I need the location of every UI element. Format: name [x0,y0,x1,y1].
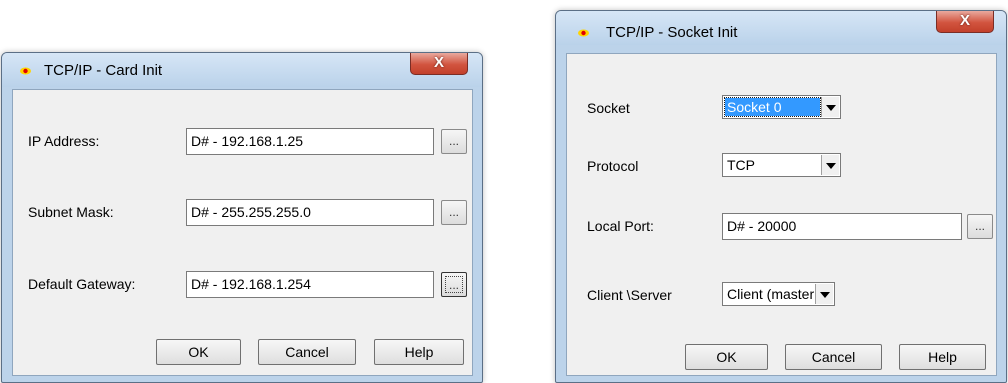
card-init-dialog: TCP/IP - Card Init X IP Address: D# - 19… [1,52,483,383]
client-server-select[interactable]: Client (master [722,282,835,306]
title-eye-icon [20,67,31,75]
local-port-browse-button[interactable]: ... [967,214,993,239]
card-init-ok-button[interactable]: OK [156,339,241,365]
close-icon: X [433,54,444,71]
client-server-label: Client \Server [587,287,672,303]
socket-init-close-button[interactable]: X [936,11,994,33]
socket-select[interactable]: Socket 0 [722,95,841,119]
protocol-select-value: TCP [727,157,755,173]
card-init-titlebar[interactable]: TCP/IP - Card Init X [2,53,482,87]
socket-init-help-button[interactable]: Help [899,344,986,370]
card-init-client-area: IP Address: D# - 192.168.1.25 ... Subnet… [12,89,473,376]
chevron-down-icon[interactable] [815,284,833,304]
default-gateway-field[interactable]: D# - 192.168.1.254 [186,271,434,298]
subnet-mask-label: Subnet Mask: [28,204,114,220]
socket-init-dialog: TCP/IP - Socket Init X Socket Socket 0 P… [555,10,1007,383]
client-server-select-value: Client (master [727,286,814,302]
title-eye-icon [578,29,589,37]
socket-init-title: TCP/IP - Socket Init [606,24,738,41]
close-icon: X [959,12,970,29]
socket-init-titlebar[interactable]: TCP/IP - Socket Init X [556,11,1006,45]
socket-select-value: Socket 0 [724,97,821,117]
default-gateway-browse-label: ... [445,276,463,293]
subnet-mask-field[interactable]: D# - 255.255.255.0 [186,199,434,226]
socket-init-client-area: Socket Socket 0 Protocol TCP Local Port:… [566,53,997,376]
chevron-down-icon[interactable] [821,97,839,117]
socket-label: Socket [587,100,630,116]
socket-init-cancel-button[interactable]: Cancel [785,344,882,370]
local-port-field[interactable]: D# - 20000 [722,213,962,240]
local-port-label: Local Port: [587,218,654,234]
default-gateway-browse-button[interactable]: ... [441,272,467,297]
chevron-down-icon[interactable] [821,155,839,175]
socket-init-ok-button[interactable]: OK [685,344,768,370]
ip-address-field[interactable]: D# - 192.168.1.25 [186,128,434,155]
ip-address-browse-button[interactable]: ... [441,129,467,154]
protocol-label: Protocol [587,158,639,174]
card-init-close-button[interactable]: X [410,53,468,75]
subnet-mask-browse-button[interactable]: ... [441,200,467,225]
card-init-cancel-button[interactable]: Cancel [258,339,356,365]
card-init-help-button[interactable]: Help [374,339,464,365]
default-gateway-label: Default Gateway: [28,276,136,292]
card-init-title: TCP/IP - Card Init [44,62,163,79]
protocol-select[interactable]: TCP [722,153,841,177]
ip-address-label: IP Address: [28,133,100,149]
